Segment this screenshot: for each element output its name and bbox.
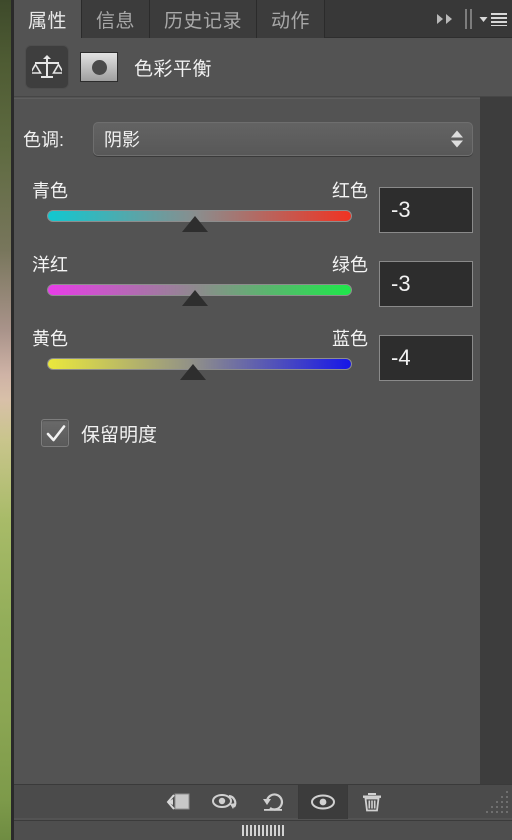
clip-to-layer-icon[interactable] bbox=[154, 785, 202, 819]
slider-yellow-blue-right-label: 蓝色 bbox=[332, 329, 368, 349]
toolbar-left-spacer bbox=[14, 785, 154, 819]
tone-select-value: 阴影 bbox=[104, 130, 140, 150]
slider-magenta-green-input[interactable]: -3 bbox=[379, 261, 473, 307]
panel-menu-icon[interactable] bbox=[478, 6, 508, 32]
slider-magenta-green-track-wrap[interactable] bbox=[47, 284, 352, 306]
panel-right-gutter bbox=[480, 0, 512, 818]
double-chevron-right-icon[interactable] bbox=[433, 6, 459, 32]
tone-row: 色调: 阴影 bbox=[23, 122, 473, 156]
slider-yellow-blue-left-label: 黄色 bbox=[32, 329, 68, 349]
slider-cyan-red: 青色 红色 -3 bbox=[23, 177, 473, 241]
tabbar-divider-icon bbox=[465, 9, 472, 29]
slider-cyan-red-right-label: 红色 bbox=[332, 181, 368, 201]
photoshop-properties-panel: 属性 信息 历史记录 动作 色彩平衡 色调: 阴影 青色 红色 -3 洋红 绿色… bbox=[0, 0, 512, 840]
page-title: 色彩平衡 bbox=[134, 58, 213, 80]
tab-history-label: 历史记录 bbox=[164, 10, 243, 32]
slider-yellow-blue-thumb[interactable] bbox=[180, 364, 207, 380]
tab-properties-label: 属性 bbox=[28, 10, 68, 32]
slider-magenta-green-left-label: 洋红 bbox=[32, 255, 68, 275]
tab-info[interactable]: 信息 bbox=[82, 0, 151, 38]
tab-history[interactable]: 历史记录 bbox=[150, 0, 258, 38]
reset-adjustment-icon[interactable] bbox=[250, 785, 298, 819]
drag-grip-icon[interactable] bbox=[242, 825, 284, 836]
document-canvas-sliver bbox=[0, 0, 11, 840]
slider-magenta-green-labels: 洋红 绿色 bbox=[32, 251, 368, 277]
slider-yellow-blue-input[interactable]: -4 bbox=[379, 335, 473, 381]
tab-list: 属性 信息 历史记录 动作 bbox=[14, 0, 326, 38]
panel-body: 色调: 阴影 青色 红色 -3 洋红 绿色 -3 黄色 蓝色 -4 保留明度 bbox=[14, 98, 480, 784]
toggle-layer-visibility-icon[interactable] bbox=[202, 785, 250, 819]
trash-icon[interactable] bbox=[348, 785, 396, 819]
slider-cyan-red-input[interactable]: -3 bbox=[379, 187, 473, 233]
preserve-luminosity-label: 保留明度 bbox=[81, 424, 158, 446]
color-balance-scale-icon[interactable] bbox=[25, 45, 69, 89]
tab-properties[interactable]: 属性 bbox=[14, 0, 83, 38]
slider-yellow-blue-labels: 黄色 蓝色 bbox=[32, 325, 368, 351]
slider-yellow-blue: 黄色 蓝色 -4 bbox=[23, 325, 473, 389]
resize-grip-icon[interactable] bbox=[484, 789, 510, 815]
slider-cyan-red-labels: 青色 红色 bbox=[32, 177, 368, 203]
tone-select[interactable]: 阴影 bbox=[93, 122, 473, 156]
slider-cyan-red-left-label: 青色 bbox=[32, 181, 68, 201]
tab-actions[interactable]: 动作 bbox=[257, 0, 326, 38]
adjustment-header: 色彩平衡 bbox=[14, 38, 512, 97]
slider-yellow-blue-track-wrap[interactable] bbox=[47, 358, 352, 380]
tabbar-controls bbox=[433, 0, 508, 38]
mask-dot-icon bbox=[91, 59, 107, 75]
tone-label: 色调: bbox=[23, 130, 65, 150]
panel-bottom-toolbar bbox=[14, 784, 512, 819]
slider-cyan-red-track-wrap[interactable] bbox=[47, 210, 352, 232]
eye-preview-icon[interactable] bbox=[299, 784, 347, 819]
tab-info-label: 信息 bbox=[96, 10, 136, 32]
stepper-arrows-icon[interactable] bbox=[451, 130, 463, 148]
checkmark-icon bbox=[46, 425, 66, 442]
layer-mask-thumbnail[interactable] bbox=[80, 52, 118, 82]
slider-cyan-red-thumb[interactable] bbox=[181, 216, 208, 232]
panel-status-bar bbox=[14, 820, 512, 840]
slider-magenta-green-right-label: 绿色 bbox=[332, 255, 368, 275]
preserve-luminosity-row[interactable]: 保留明度 bbox=[41, 419, 157, 447]
slider-magenta-green-thumb[interactable] bbox=[181, 290, 208, 306]
preserve-luminosity-checkbox[interactable] bbox=[41, 419, 69, 447]
slider-magenta-green: 洋红 绿色 -3 bbox=[23, 251, 473, 315]
tab-actions-label: 动作 bbox=[271, 10, 311, 32]
panel-tabbar: 属性 信息 历史记录 动作 bbox=[14, 0, 512, 38]
